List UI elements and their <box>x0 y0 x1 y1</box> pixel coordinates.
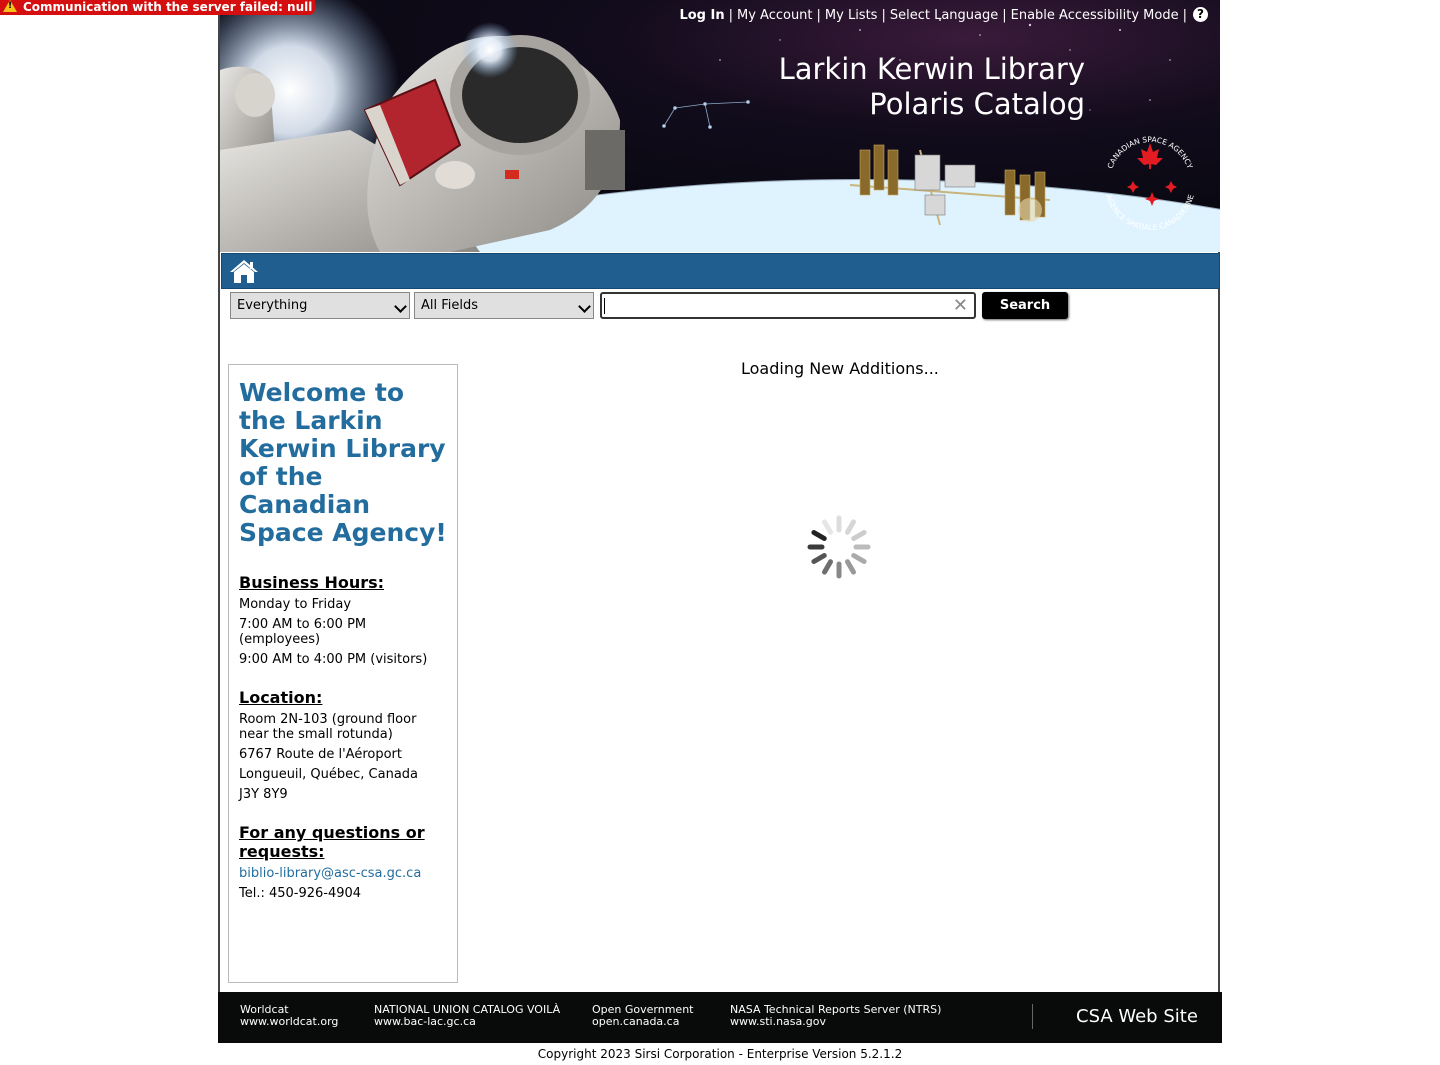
server-error-banner: Communication with the server failed: nu… <box>0 0 315 15</box>
my-lists-link[interactable]: My Lists <box>825 8 878 23</box>
link-separator: | <box>881 8 886 23</box>
link-separator: | <box>1002 8 1007 23</box>
space-astronaut-banner-image <box>220 0 1220 252</box>
link-separator: | <box>1182 8 1187 23</box>
hours-line: 7:00 AM to 6:00 PM (employees) <box>239 617 367 647</box>
footer: Worldcat www.worldcat.org NATIONAL UNION… <box>218 992 1222 1043</box>
footer-link-url: www.sti.nasa.gov <box>730 1015 826 1028</box>
link-separator: | <box>816 8 821 23</box>
footer-divider <box>1032 1004 1033 1029</box>
accessibility-mode-link[interactable]: Enable Accessibility Mode <box>1011 8 1179 23</box>
main-navbar <box>221 253 1220 289</box>
csa-web-site-link[interactable]: CSA Web Site <box>1076 1006 1198 1027</box>
footer-link-open-government[interactable]: Open Government open.canada.ca <box>592 1004 693 1028</box>
top-links: Log In | My Account | My Lists | Select Langua… <box>679 7 1208 23</box>
link-separator: | <box>728 8 733 23</box>
header-banner: Log In | My Account | My Lists | Select Langua… <box>220 0 1220 252</box>
search-button[interactable]: Search <box>982 292 1068 319</box>
home-icon[interactable] <box>229 258 259 284</box>
page-container: Log In | My Account | My Lists | Select Langua… <box>218 0 1220 992</box>
my-account-link[interactable]: My Account <box>737 8 813 23</box>
footer-link-nasa-ntrs[interactable]: NASA Technical Reports Server (NTRS) www… <box>730 1004 941 1028</box>
location-line: Longueuil, Québec, Canada <box>239 767 419 782</box>
library-email-link[interactable]: biblio-library@asc-csa.gc.ca <box>239 866 421 881</box>
error-message: Communication with the server failed: nu… <box>23 0 313 14</box>
hours-line: 9:00 AM to 4:00 PM (visitors) <box>239 652 428 667</box>
select-language-link[interactable]: Select Language <box>890 8 998 23</box>
library-phone: Tel.: 450-926-4904 <box>239 886 362 901</box>
questions-heading: For any questions or requests: <box>239 823 425 861</box>
help-icon[interactable]: ? <box>1193 7 1208 22</box>
location-line: J3Y 8Y9 <box>239 787 288 802</box>
location-line: Room 2N-103 (ground floor near the small… <box>239 712 417 742</box>
copyright-text: Copyright 2023 Sirsi Corporation - Enter… <box>537 1047 903 1061</box>
warning-icon <box>3 0 17 12</box>
welcome-title: Welcome to the Larkin Kerwin Library of … <box>239 378 447 547</box>
hours-line: Monday to Friday <box>239 597 352 612</box>
location-heading: Location: <box>239 688 323 707</box>
welcome-panel: Welcome to the Larkin Kerwin Library of … <box>228 364 458 983</box>
catalog-title-line1: Larkin Kerwin Library <box>778 52 1085 86</box>
search-field-select-value: All Fields <box>421 298 479 313</box>
footer-link-worldcat[interactable]: Worldcat www.worldcat.org <box>240 1004 338 1028</box>
library-select[interactable]: Everything <box>230 292 410 319</box>
loading-spinner-icon <box>807 515 871 579</box>
footer-link-url: open.canada.ca <box>592 1015 680 1028</box>
chevron-down-icon <box>578 300 591 313</box>
footer-link-url: www.worldcat.org <box>240 1015 339 1028</box>
footer-link-url: www.bac-lac.gc.ca <box>374 1015 476 1028</box>
location-line: 6767 Route de l'Aéroport <box>239 747 402 762</box>
new-additions-loading-text: Loading New Additions... <box>741 359 939 378</box>
business-hours-heading: Business Hours: <box>239 573 385 592</box>
clear-search-icon[interactable]: ✕ <box>953 297 968 315</box>
search-input[interactable]: ✕ <box>600 292 976 319</box>
login-link[interactable]: Log In <box>679 8 724 23</box>
search-field-select[interactable]: All Fields <box>414 292 594 319</box>
csa-logo: CANADIAN SPACE AGENCY AGENCE SPATIALE CA… <box>1104 135 1196 232</box>
text-caret <box>604 298 605 314</box>
chevron-down-icon <box>394 300 407 313</box>
library-select-value: Everything <box>237 298 308 313</box>
catalog-title-line2: Polaris Catalog <box>869 87 1085 121</box>
footer-link-voila[interactable]: NATIONAL UNION CATALOG VOILÀ www.bac-lac… <box>374 1004 560 1028</box>
